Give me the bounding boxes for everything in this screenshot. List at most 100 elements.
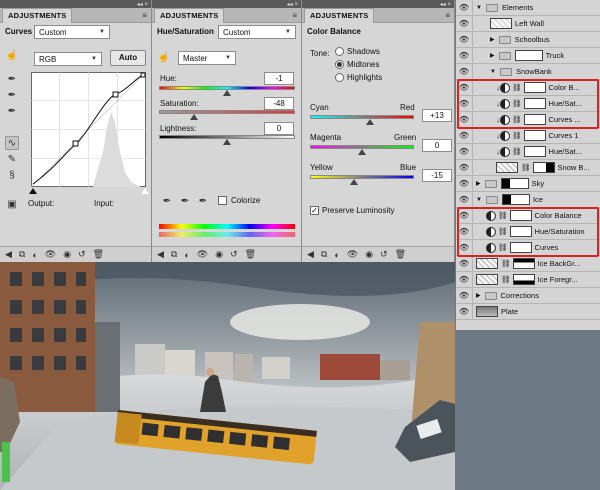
back-arrow-icon[interactable]: ◀ [5,249,12,260]
magenta-green-value-field[interactable]: 0 [422,139,452,152]
lightness-slider-thumb[interactable] [223,139,231,145]
highlights-radio[interactable]: Highlights [335,73,382,83]
preserve-luminosity-checkbox[interactable]: ✓ [310,206,319,215]
layer-group-sky[interactable]: 👁 ▶ Sky [456,176,600,192]
clip-icon[interactable]: ◐ [334,250,339,260]
clip-preview-icon[interactable]: ▣ [5,197,19,211]
curve-point-icon[interactable]: ∿ [5,136,19,150]
panel-menu-icon[interactable]: ≡ [445,11,450,20]
hue-value-field[interactable]: -1 [264,72,294,85]
delete-icon[interactable]: 🗑 [245,249,256,260]
eye-icon[interactable]: 👁 [456,19,472,28]
collapsed-arrow-icon[interactable]: ▶ [476,292,481,299]
preset-select[interactable]: Custom ▼ [218,25,296,39]
colorize-checkbox[interactable] [218,196,227,205]
yellow-blue-slider-thumb[interactable] [350,179,358,185]
gray-eyedropper-icon[interactable]: ✒ [5,88,19,102]
eye-icon[interactable]: 👁 [456,51,472,60]
saturation-slider[interactable] [159,110,295,114]
on-image-adjust-icon[interactable]: ☝ [157,50,171,64]
layer-group-schoolbus[interactable]: 👁 ▶ Schoolbus [456,32,600,48]
clip-icon[interactable]: ◐ [32,250,37,260]
black-eyedropper-icon[interactable]: ✒ [5,72,19,86]
eye-icon[interactable]: 👁 [456,3,472,12]
saturation-slider-thumb[interactable] [190,114,198,120]
adjustments-tab[interactable]: ADJUSTMENTS [304,8,375,23]
layer-curves-1[interactable]: 👁 ↓ ⛓ Curves 1 [456,128,600,144]
pencil-icon[interactable]: ✎ [5,152,19,166]
layer-left-wall[interactable]: 👁 Left Wall [456,16,600,32]
shadows-radio[interactable]: Shadows [335,47,380,57]
visibility-icon[interactable]: 👁 [347,249,358,260]
white-point-slider[interactable] [141,188,149,194]
layer-group-snowbank[interactable]: 👁 ▼ SnowBank [456,64,600,80]
white-eyedropper-icon[interactable]: ✒ [5,104,19,118]
adjustments-tab[interactable]: ADJUSTMENTS [154,8,225,23]
curve-graph[interactable] [31,72,146,187]
range-select[interactable]: Master ▼ [178,51,236,65]
lightness-value-field[interactable]: 0 [264,122,294,135]
eye-icon[interactable]: 👁 [456,131,472,140]
reset-icon[interactable]: ↺ [78,249,86,260]
cyan-red-slider-thumb[interactable] [366,119,374,125]
layer-group-ice[interactable]: 👁 ▼ Ice [456,192,600,208]
reset-icon[interactable]: ↺ [230,249,238,260]
previous-state-icon[interactable]: ◉ [63,249,71,260]
eye-icon[interactable]: 👁 [456,67,472,76]
reset-icon[interactable]: ↺ [380,249,388,260]
yellow-blue-value-field[interactable]: -15 [422,169,452,182]
cyan-red-value-field[interactable]: +13 [422,109,452,122]
yellow-blue-slider[interactable] [310,175,414,179]
eyedropper-minus-icon[interactable]: ✒ [196,194,210,208]
panel-view-icon[interactable]: ⧉ [321,249,327,260]
back-arrow-icon[interactable]: ◀ [157,249,164,260]
layer-ice-background[interactable]: 👁 ⛓ Ice BackGr... [456,256,600,272]
back-arrow-icon[interactable]: ◀ [307,249,314,260]
photo-canvas[interactable] [0,262,455,490]
collapsed-arrow-icon[interactable]: ▶ [490,36,495,43]
panel-view-icon[interactable]: ⧉ [19,249,25,260]
delete-icon[interactable]: 🗑 [93,249,104,260]
magenta-green-slider-thumb[interactable] [358,149,366,155]
smooth-icon[interactable]: § [5,168,19,182]
previous-state-icon[interactable]: ◉ [365,249,373,260]
eye-icon[interactable]: 👁 [456,179,472,188]
eye-icon[interactable]: 👁 [456,195,472,204]
visibility-icon[interactable]: 👁 [45,249,56,260]
collapse-icon[interactable]: ◂◂ × [440,1,451,8]
collapse-icon[interactable]: ◂◂ × [137,1,148,8]
visibility-icon[interactable]: 👁 [197,249,208,260]
adjustments-tab[interactable]: ADJUSTMENTS [2,8,73,23]
saturation-value-field[interactable]: -48 [264,97,294,110]
midtones-radio[interactable]: Midtones [335,60,379,70]
layer-group-truck[interactable]: 👁 ▶ Truck [456,48,600,64]
hue-slider-thumb[interactable] [223,90,231,96]
previous-state-icon[interactable]: ◉ [215,249,223,260]
panel-menu-icon[interactable]: ≡ [292,11,297,20]
black-point-slider[interactable] [29,188,37,194]
layer-snow-bank[interactable]: 👁 ⛓ Snow B... [456,160,600,176]
layer-group-elements[interactable]: 👁 ▼ Elements [456,0,600,16]
cyan-red-slider[interactable] [310,115,414,119]
panel-view-icon[interactable]: ⧉ [171,249,177,260]
eye-icon[interactable]: 👁 [456,35,472,44]
eye-icon[interactable]: 👁 [456,259,472,268]
expand-arrow-icon[interactable]: ▼ [476,197,482,203]
eye-icon[interactable]: 👁 [456,275,472,284]
auto-button[interactable]: Auto [110,50,146,66]
clip-icon[interactable]: ◐ [184,250,189,260]
collapse-icon[interactable]: ◂◂ × [287,1,298,8]
collapsed-arrow-icon[interactable]: ▶ [476,180,481,187]
eye-icon[interactable]: 👁 [456,163,472,172]
layer-hue-saturation[interactable]: 👁 ↓ ⛓ Hue/Sat... [456,144,600,160]
layer-ice-foreground[interactable]: 👁 ⛓ Ice Foregr... [456,272,600,288]
eye-icon[interactable]: 👁 [456,307,472,316]
eyedropper-plus-icon[interactable]: ✒ [178,194,192,208]
eyedropper-icon[interactable]: ✒ [160,194,174,208]
on-image-adjust-icon[interactable]: ☝ [5,48,19,62]
eye-icon[interactable]: 👁 [456,147,472,156]
layer-group-corrections[interactable]: 👁 ▶ Corrections [456,288,600,304]
expand-arrow-icon[interactable]: ▼ [490,69,496,75]
eye-icon[interactable]: 👁 [456,291,472,300]
delete-icon[interactable]: 🗑 [395,249,406,260]
